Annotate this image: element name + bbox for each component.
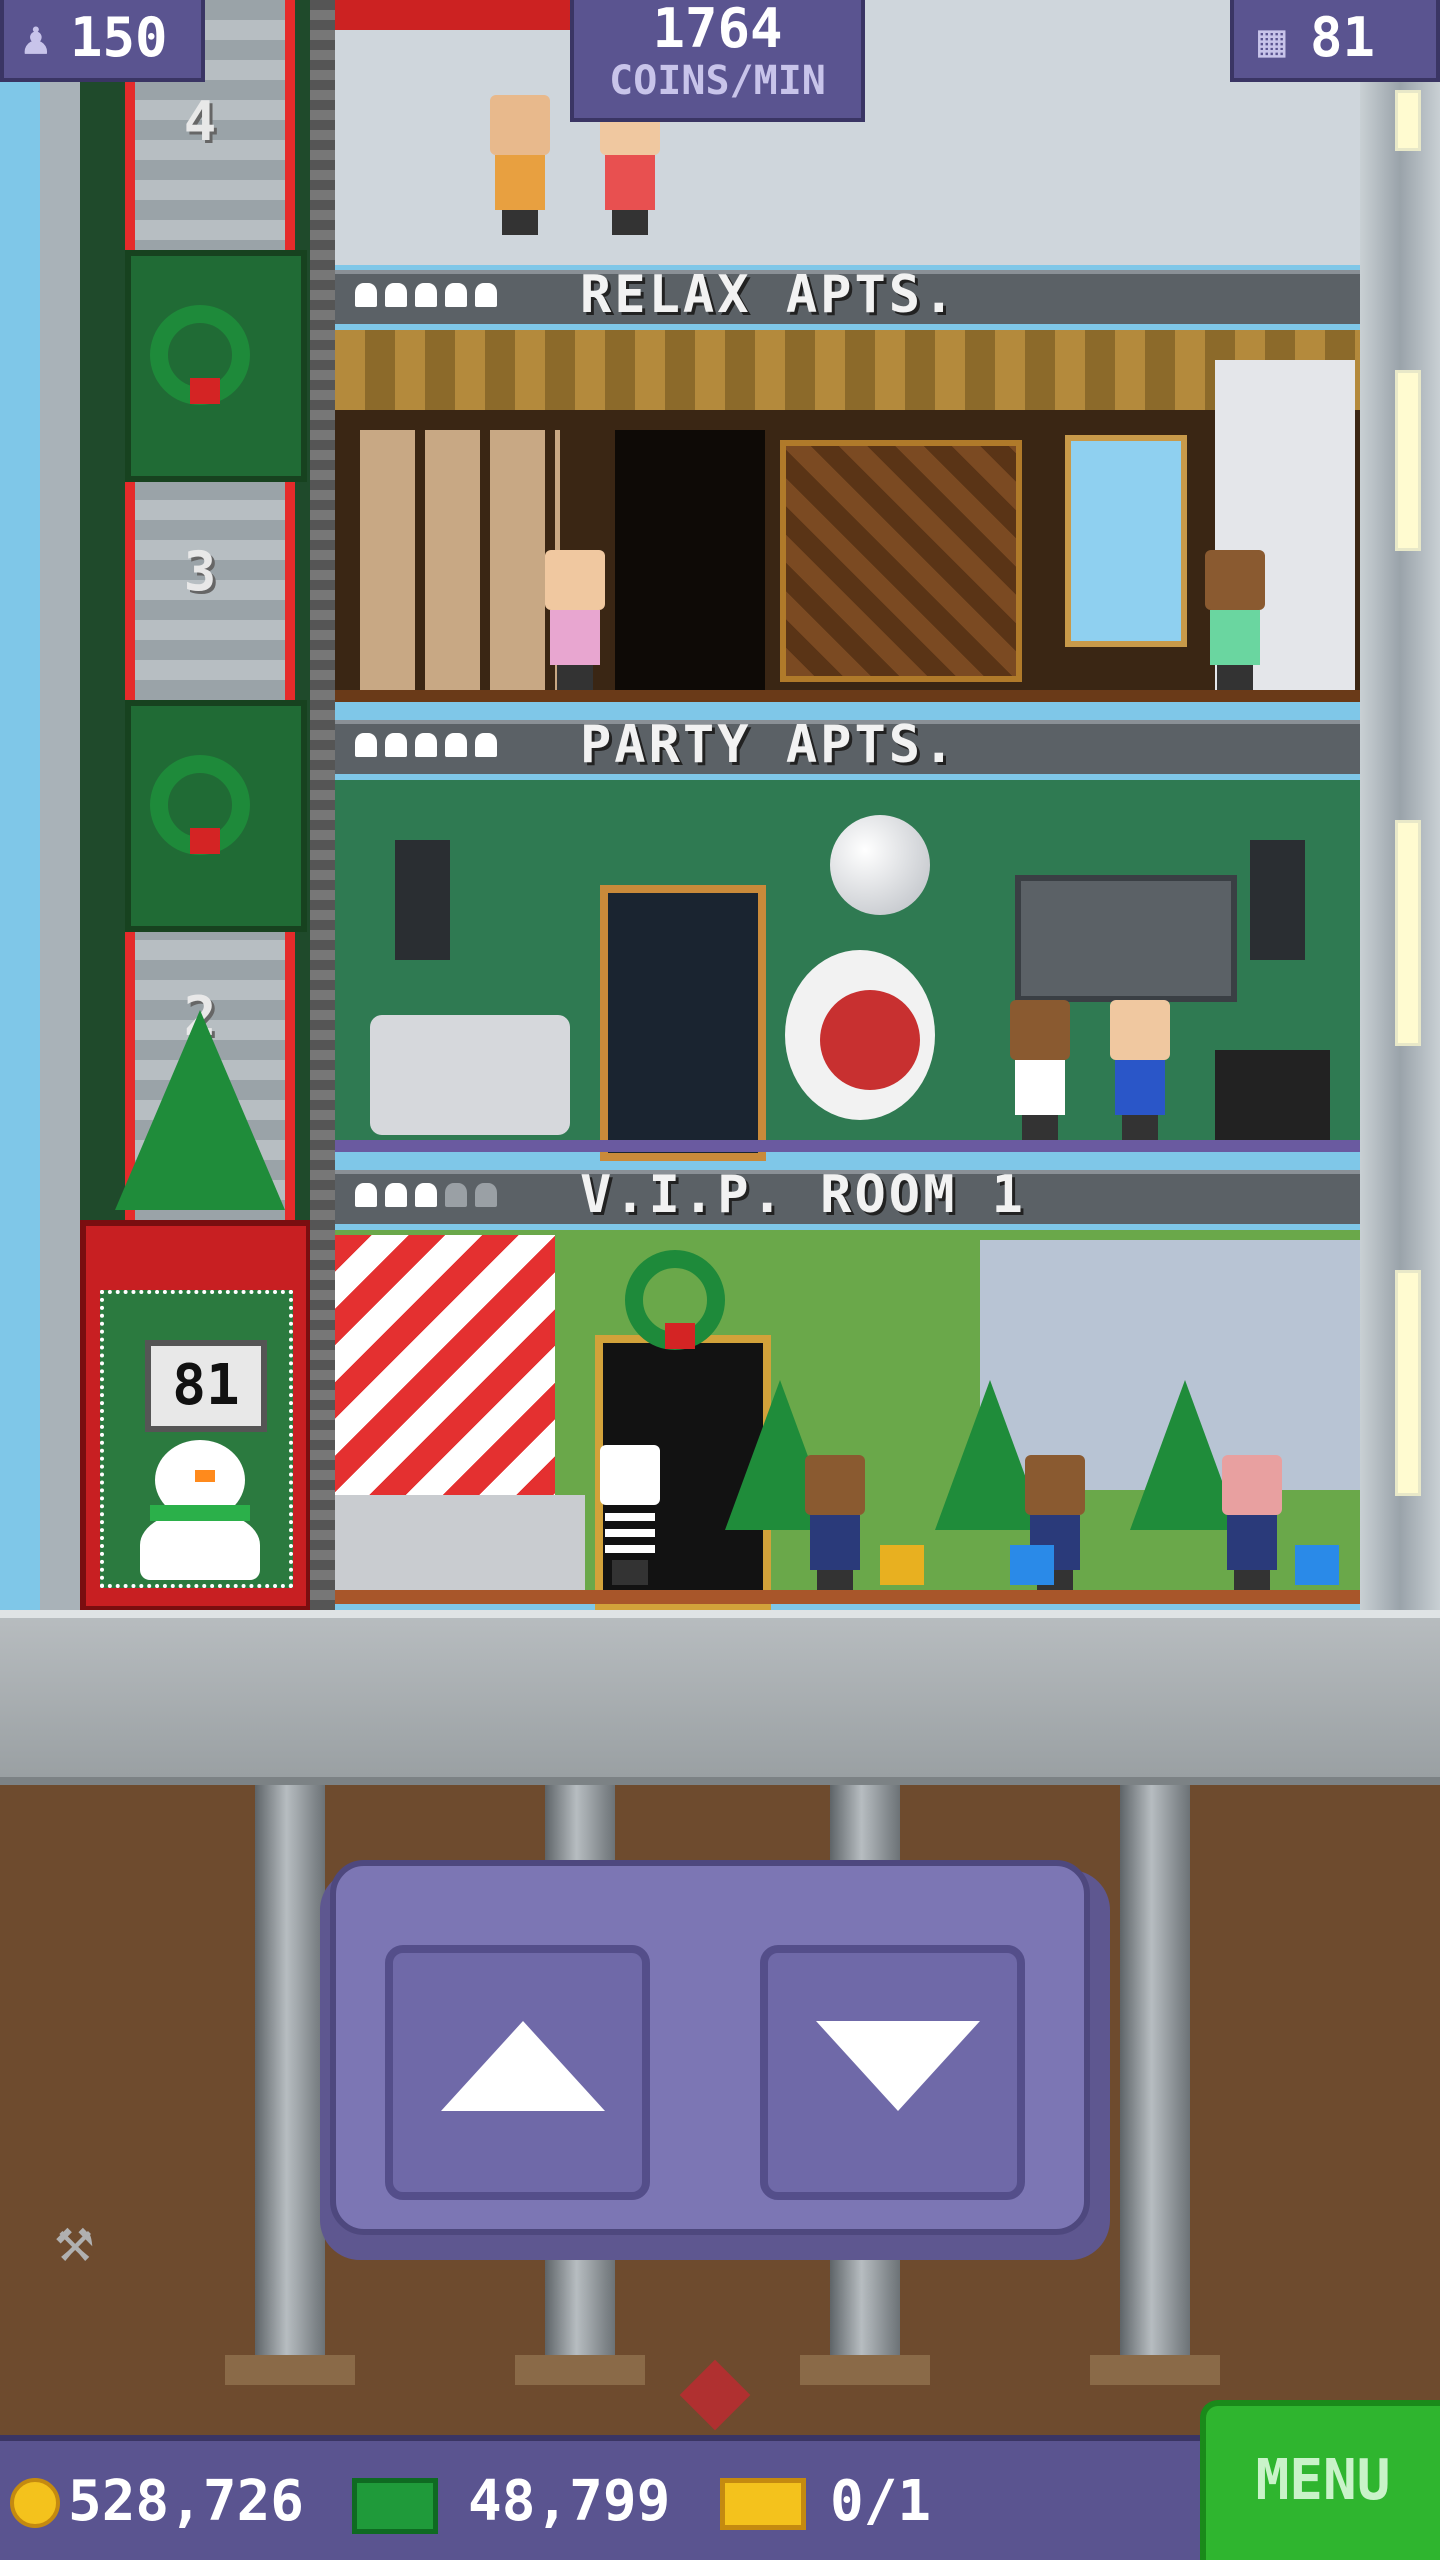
arrow-up-icon (441, 2021, 605, 2111)
pillar-foot (1090, 2355, 1220, 2385)
speaker (395, 840, 450, 960)
exterior-window (1395, 1270, 1421, 1496)
golden-tickets-value[interactable]: 0/1 (830, 2470, 931, 2534)
occupancy-indicator (355, 720, 497, 770)
population-icon: ♟ (22, 11, 50, 65)
building-icon: ▦ (1258, 13, 1286, 67)
elevator-floor-display: 81 (145, 1340, 267, 1432)
bitizen[interactable] (1205, 550, 1265, 690)
occupancy-indicator (355, 270, 497, 320)
exterior-window (1395, 90, 1421, 151)
coins-rate-panel[interactable]: 1764 COINS/MIN (570, 0, 865, 122)
menu-button[interactable]: MENU (1200, 2400, 1440, 2560)
floor-title: RELAX APTS. (580, 265, 958, 325)
exterior-window (1395, 370, 1421, 551)
resident-icon (415, 283, 437, 307)
tower-bux-icon (352, 2478, 438, 2534)
shaft-floor-number: 3 (183, 540, 217, 603)
snowman-nose (195, 1470, 215, 1482)
floor-decor (335, 330, 1360, 410)
coins-value[interactable]: 528,726 (68, 2470, 304, 2534)
floor-decor (335, 0, 575, 30)
christmas-tree-icon (115, 1010, 285, 1210)
resident-icon (475, 283, 497, 307)
snowman-scarf (150, 1505, 250, 1521)
bitizen[interactable] (1010, 1000, 1070, 1140)
pillar-foot (800, 2355, 930, 2385)
resident-icon (385, 283, 407, 307)
wreath-icon (150, 755, 250, 855)
resident-icon (385, 1183, 407, 1207)
sofa (370, 1015, 570, 1135)
vacancy-icon (445, 1183, 467, 1207)
bitizen[interactable] (805, 1455, 865, 1595)
floor-line (335, 1140, 1360, 1152)
floor-count-value: 81 (1310, 6, 1376, 69)
shaft-floor-number: 4 (183, 90, 217, 153)
floor-title: PARTY APTS. (580, 715, 958, 775)
pillar-foot (515, 2355, 645, 2385)
bitizen[interactable] (545, 550, 605, 690)
gift-icon (1295, 1545, 1339, 1585)
candy-cane-wall (335, 1235, 555, 1495)
gift-icon (880, 1545, 924, 1585)
television (1015, 875, 1237, 1002)
shaft-divider (310, 0, 335, 1610)
counter (335, 1495, 585, 1590)
wall-panel (780, 440, 1022, 682)
coins-rate-value: 1764 (652, 0, 783, 60)
ground-lobby-slab (0, 1610, 1440, 1785)
resident-icon (415, 733, 437, 757)
pickaxe-icon: ⚒ (55, 2203, 94, 2277)
resident-icon (475, 733, 497, 757)
coins-rate-unit: COINS/MIN (609, 58, 826, 104)
floor-line (335, 1590, 1360, 1604)
arrow-down-icon (816, 2021, 980, 2111)
wreath-icon (625, 1250, 725, 1350)
tower-left-wall (40, 0, 80, 1610)
bitizen[interactable] (600, 1445, 660, 1585)
resident-icon (355, 733, 377, 757)
resident-icon (445, 283, 467, 307)
resident-icon (385, 733, 407, 757)
support-pillar (1120, 1785, 1190, 2365)
wreath-icon (150, 305, 250, 405)
window (1065, 435, 1187, 647)
disco-ball-icon (830, 815, 930, 915)
resident-icon (355, 283, 377, 307)
egg-chair-seat (820, 990, 920, 1090)
exterior-window (1395, 820, 1421, 1046)
doorway (600, 885, 766, 1161)
population-value: 150 (70, 6, 168, 69)
vacancy-icon (475, 1183, 497, 1207)
doorway (615, 430, 765, 690)
bitizen[interactable] (490, 95, 550, 235)
pillar-foot (225, 2355, 355, 2385)
bitizen[interactable] (1222, 1455, 1282, 1595)
occupancy-indicator (355, 1170, 497, 1220)
gift-icon (1010, 1545, 1054, 1585)
golden-ticket-icon (720, 2478, 806, 2530)
resident-icon (415, 1183, 437, 1207)
bitizen[interactable] (1110, 1000, 1170, 1140)
resident-icon (355, 1183, 377, 1207)
elevator-down-button[interactable] (760, 1945, 1025, 2200)
shoji-screen (360, 430, 560, 690)
tower-bux-value[interactable]: 48,799 (468, 2470, 670, 2534)
dj-deck (1215, 1050, 1330, 1140)
resident-icon (445, 733, 467, 757)
speaker (1250, 840, 1305, 960)
coin-icon (10, 2478, 60, 2528)
floor-line (335, 690, 1360, 702)
elevator-up-button[interactable] (385, 1945, 650, 2200)
floor-title: V.I.P. ROOM 1 (580, 1165, 1026, 1225)
support-pillar (255, 1785, 325, 2365)
